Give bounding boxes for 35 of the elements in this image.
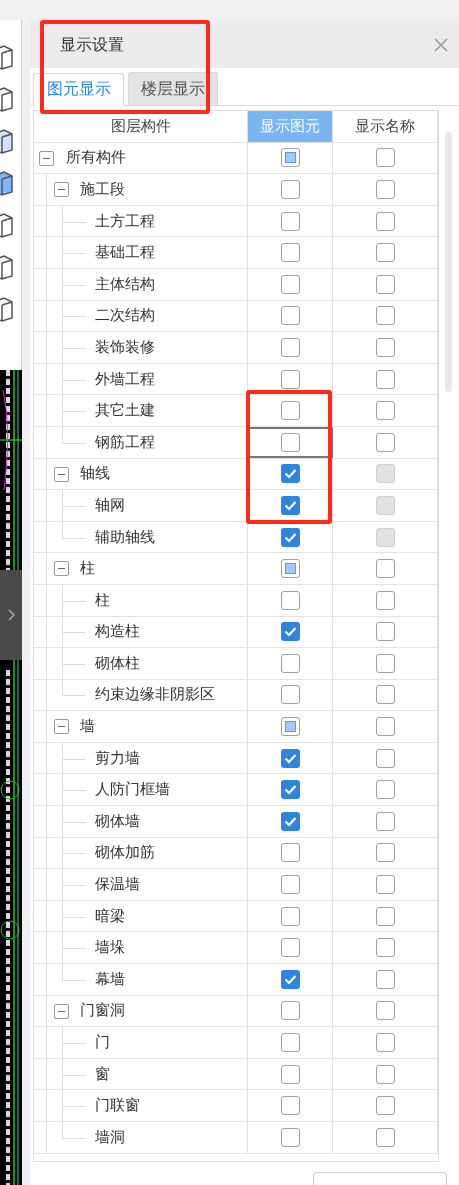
layer-name: 装饰装修	[95, 337, 155, 357]
layer-name: 钢筋工程	[95, 432, 155, 452]
layer-name: 所有构件	[66, 148, 126, 168]
layer-name: 柱	[95, 590, 110, 610]
layer-name: 构造柱	[95, 622, 140, 642]
layer-name: 轴线	[80, 464, 110, 484]
layer-name: 幕墙	[95, 969, 125, 989]
layer-name: 二次结构	[95, 306, 155, 326]
layer-name: 砌体柱	[95, 653, 140, 673]
tab[interactable]: 楼层显示	[128, 72, 218, 105]
layer-name: 施工段	[80, 180, 125, 199]
layer-name: 墙洞	[95, 1127, 125, 1147]
layer-name: 轴网	[95, 495, 125, 515]
layer-name: 砌体加筋	[95, 843, 155, 863]
layer-name: 辅助轴线	[95, 527, 155, 547]
layer-name: 基础工程	[95, 243, 155, 263]
layer-name: 剪力墙	[95, 748, 140, 768]
layer-name: 主体结构	[95, 274, 155, 294]
layer-name: 约束边缘非阴影区	[95, 685, 215, 705]
layer-name: 墙垛	[95, 938, 125, 958]
layer-name: 门	[95, 1033, 110, 1052]
layer-name: 门联窗	[95, 1096, 140, 1116]
layer-name: 其它土建	[95, 401, 155, 421]
layer-name: 柱	[80, 559, 95, 579]
layer-name: 门窗洞	[80, 1001, 125, 1021]
layer-name: 外墙工程	[95, 369, 155, 389]
layer-name: 人防门框墙	[95, 780, 170, 800]
layer-name: 保温墙	[95, 875, 140, 895]
layer-name: 墙	[80, 717, 95, 737]
layer-name: 窗	[95, 1064, 110, 1084]
layer-name: 暗梁	[95, 906, 125, 926]
panel-title: 显示设置	[60, 34, 125, 56]
layer-name: 砌体墙	[95, 811, 140, 831]
layer-name: 土方工程	[95, 211, 155, 231]
tab[interactable]: 图元显示	[33, 73, 124, 106]
